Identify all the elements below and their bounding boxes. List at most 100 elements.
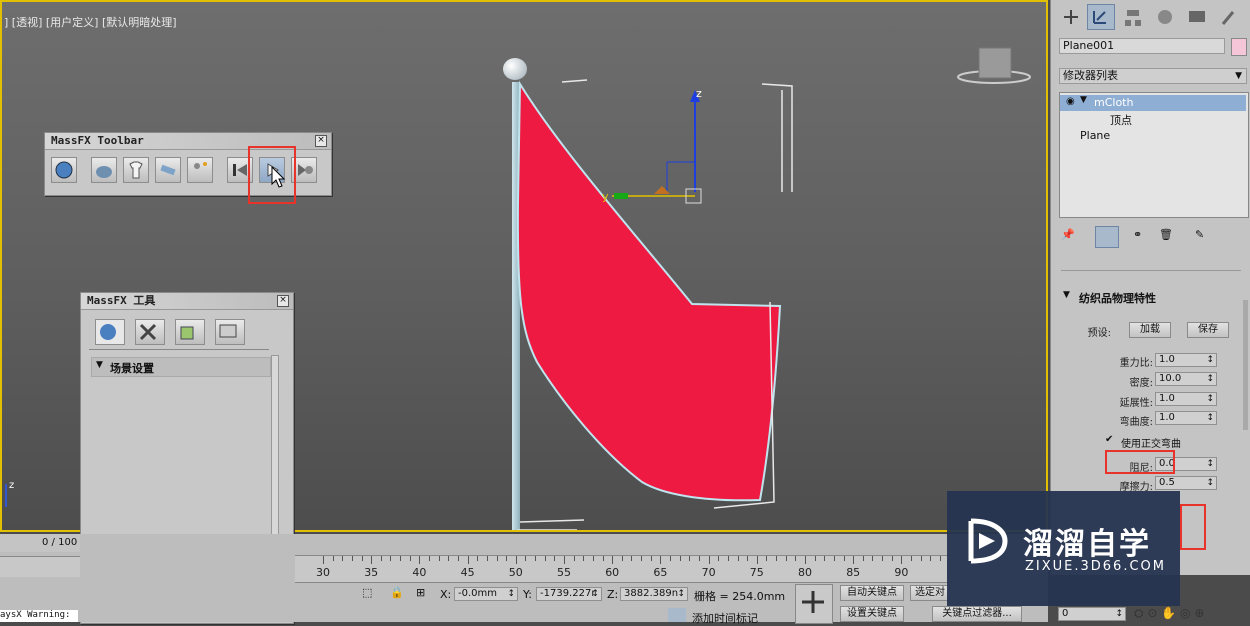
watermark: 溜溜自学 ZIXUE.3D66.COM [947, 491, 1180, 606]
pin-stack-icon[interactable]: 📌 [1061, 228, 1081, 246]
tab-display[interactable] [215, 319, 245, 345]
object-name-field[interactable]: Plane001 [1059, 38, 1225, 54]
tab-modify[interactable] [1087, 4, 1115, 30]
set-key-icon[interactable] [795, 584, 833, 624]
friction-spinner[interactable]: 0.5 [1155, 476, 1217, 490]
isolate-icon[interactable]: ⬚ [362, 586, 372, 599]
load-button[interactable]: 加载 [1129, 322, 1171, 338]
key-filters-button[interactable]: 关键点过滤器... [932, 606, 1022, 622]
tab-motion[interactable] [1151, 4, 1179, 30]
ruler-tick [506, 556, 508, 561]
density-spinner[interactable]: 10.0 [1155, 372, 1217, 386]
ruler-tick [689, 556, 691, 561]
ruler-tick [602, 556, 604, 561]
stack-item-mcloth[interactable]: ◉ ▼ mCloth [1060, 95, 1246, 111]
set-key-button[interactable]: 设置关键点 [840, 606, 904, 622]
massfx-tools-title[interactable]: MassFX 工具 [81, 293, 293, 310]
teapot-icon [96, 166, 112, 178]
command-panel[interactable]: Plane001 修改器列表 ▼ ◉ ▼ mCloth 顶点 Plane 📌 ⚭… [1050, 0, 1250, 575]
rigid-body-button[interactable] [91, 157, 117, 183]
bend-label: 弯曲度: [1119, 417, 1153, 428]
tab-hierarchy[interactable] [1119, 4, 1147, 30]
ragdoll-button[interactable] [187, 157, 213, 183]
trash-icon[interactable]: 🗑 [1159, 228, 1177, 246]
stack-item-vertex[interactable]: 顶点 [1110, 112, 1132, 128]
ruler-tick [930, 556, 932, 561]
modifier-stack[interactable]: ◉ ▼ mCloth 顶点 Plane [1059, 92, 1249, 218]
configure-icon[interactable]: ✎ [1195, 228, 1213, 246]
stretch-spinner[interactable]: 1.0 [1155, 392, 1217, 406]
tab-create[interactable] [1057, 4, 1085, 30]
ruler-tick [429, 556, 431, 561]
maxscript-listener[interactable]: aysX Warning: [0, 610, 78, 622]
ruler-tick [390, 556, 392, 561]
scene-settings-rollout[interactable]: ▼ 场景设置 [91, 357, 271, 377]
tab-tools[interactable] [135, 319, 165, 345]
scene-settings-label: 场景设置 [110, 362, 154, 375]
bend-spinner[interactable]: 1.0 [1155, 411, 1217, 425]
ruler-tick [872, 556, 874, 561]
tab-edit[interactable] [175, 319, 205, 345]
ruler-tick [573, 556, 575, 561]
mcloth-button[interactable] [123, 157, 149, 183]
absolute-mode-icon[interactable]: ⊞ [416, 586, 425, 599]
ruler-tick [323, 556, 324, 564]
ruler-tick [467, 556, 469, 564]
ruler-tick [621, 556, 623, 561]
ruler-tick [756, 556, 758, 564]
viewport-nav-icons[interactable]: ⛭ ⊙ ✋ ◎ ⊕ [1134, 606, 1250, 622]
lock-icon[interactable]: 🔒 [390, 586, 404, 599]
ruler-tick [939, 556, 941, 561]
ruler-tick [805, 556, 806, 564]
world-icon [55, 161, 73, 179]
close-icon[interactable]: × [277, 295, 289, 307]
time-ruler[interactable]: 30 35 40 45 50 55 60 65 70 75 80 85 90 [295, 555, 955, 583]
triangle-icon[interactable]: ▼ [1080, 95, 1087, 105]
shirt-icon [129, 161, 143, 179]
ruler-tick [342, 556, 344, 561]
modifier-list-label: 修改器列表 [1063, 69, 1118, 82]
highlight-spinners [1180, 504, 1206, 550]
object-color-swatch[interactable] [1231, 38, 1247, 56]
highlight-damping [1105, 450, 1175, 474]
selected-dropdown[interactable]: 选定对 [910, 585, 950, 601]
tab-utilities[interactable] [1215, 4, 1243, 30]
ruler-tick [747, 556, 749, 561]
svg-text:y: y [602, 190, 609, 203]
ruler-tick [361, 556, 363, 561]
ruler-label: 75 [749, 566, 764, 579]
auto-key-button[interactable]: 自动关键点 [840, 585, 904, 601]
ruler-tick [660, 556, 662, 564]
current-frame-field[interactable]: 0 [1058, 607, 1126, 621]
ruler-tick [766, 556, 768, 561]
stack-item-plane[interactable]: Plane [1080, 129, 1110, 142]
constraint-button[interactable] [155, 157, 181, 183]
ruler-tick [862, 556, 864, 561]
show-end-result-icon[interactable] [1095, 226, 1119, 248]
world-settings-button[interactable] [51, 157, 77, 183]
tab-display[interactable] [1183, 4, 1211, 30]
make-unique-icon[interactable]: ⚭ [1133, 228, 1151, 246]
ruler-tick [583, 556, 585, 561]
panel-scrollbar[interactable] [1243, 300, 1248, 430]
eye-icon[interactable]: ◉ [1066, 96, 1075, 107]
track-bar[interactable] [0, 556, 80, 577]
z-coordinate[interactable]: 3882.389n [620, 587, 688, 601]
ruler-tick [679, 556, 681, 561]
modifier-list-dropdown[interactable]: 修改器列表 ▼ [1059, 68, 1247, 84]
save-button[interactable]: 保存 [1187, 322, 1229, 338]
time-tag-icon[interactable] [668, 608, 686, 622]
x-coordinate[interactable]: -0.0mm [454, 587, 518, 601]
add-time-tag[interactable]: 添加时间标记 [692, 610, 758, 626]
tab-world[interactable] [95, 319, 125, 345]
ruler-tick [564, 556, 565, 564]
ruler-label: 90 [894, 566, 909, 579]
ruler-label: 50 [508, 566, 523, 579]
cloth-physics-rollout[interactable]: ▼ 纺织品物理特性 [1059, 288, 1241, 306]
y-coordinate[interactable]: -1739.227r [536, 587, 602, 601]
ruler-tick [708, 556, 710, 564]
gravity-spinner[interactable]: 1.0 [1155, 353, 1217, 367]
time-slider[interactable]: 0 / 100 [0, 534, 80, 552]
close-icon[interactable]: × [315, 135, 327, 147]
checkbox-ortho-bend[interactable]: ✔ [1105, 434, 1113, 445]
